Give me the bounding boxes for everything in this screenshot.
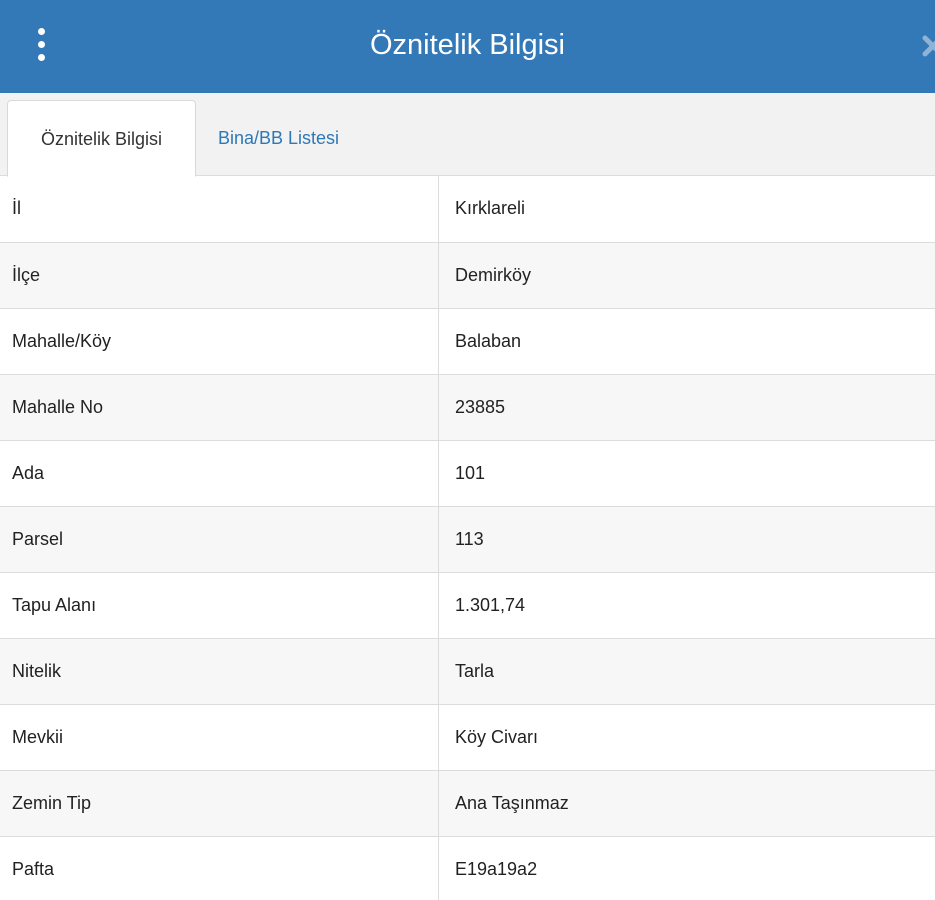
row-label-mahalle-koy: Mahalle/Köy: [0, 308, 439, 374]
row-value-pafta: E19a19a2: [455, 858, 538, 879]
attribute-info-panel: Öznitelik Bilgisi Öznitelik Bilgisi Bina…: [0, 0, 935, 900]
table-row: Zemin Tip Ana Taşınmaz: [0, 770, 935, 836]
row-value-zemin-tip: Ana Taşınmaz: [455, 792, 569, 813]
table-row: Nitelik Tarla: [0, 638, 935, 704]
row-value-nitelik: Tarla: [455, 660, 495, 681]
row-value-ada: 101: [455, 462, 486, 483]
row-label-zemin-tip: Zemin Tip: [0, 770, 439, 836]
table-row: Pafta E19a19a2: [0, 836, 935, 900]
tab-building-list[interactable]: Bina/BB Listesi: [206, 100, 351, 176]
row-label-il: İl: [0, 176, 439, 242]
table-row: Mahalle No 23885: [0, 374, 935, 440]
attribute-table: İl Kırklareli İlçe Demirköy Mahalle/Köy …: [0, 176, 935, 900]
row-label-nitelik: Nitelik: [0, 638, 439, 704]
tab-attribute-info[interactable]: Öznitelik Bilgisi: [7, 100, 196, 177]
row-value-ilce: Demirköy: [455, 264, 532, 285]
row-label-parsel: Parsel: [0, 506, 439, 572]
row-label-pafta: Pafta: [0, 836, 439, 900]
table-row: Parsel 113: [0, 506, 935, 572]
table-row: Mahalle/Köy Balaban: [0, 308, 935, 374]
row-value-parsel: 113: [455, 528, 484, 549]
close-icon[interactable]: [921, 28, 935, 62]
row-value-mevkii: Köy Civarı: [455, 726, 539, 747]
row-value-il: Kırklareli: [455, 198, 526, 219]
row-label-ilce: İlçe: [0, 242, 439, 308]
table-row: İlçe Demirköy: [0, 242, 935, 308]
panel-header: Öznitelik Bilgisi: [0, 0, 935, 93]
table-row: Ada 101: [0, 440, 935, 506]
table-row: Mevkii Köy Civarı: [0, 704, 935, 770]
row-label-tapu-alani: Tapu Alanı: [0, 572, 439, 638]
panel-title: Öznitelik Bilgisi: [370, 29, 565, 61]
row-label-mahalle-no: Mahalle No: [0, 374, 439, 440]
row-value-tapu-alani: 1.301,74: [455, 594, 526, 615]
row-label-mevkii: Mevkii: [0, 704, 439, 770]
table-row: Tapu Alanı 1.301,74: [0, 572, 935, 638]
row-value-mahalle-no: 23885: [455, 396, 506, 417]
row-label-ada: Ada: [0, 440, 439, 506]
tab-bar: Öznitelik Bilgisi Bina/BB Listesi: [0, 93, 935, 177]
table-row: İl Kırklareli: [0, 176, 935, 242]
row-value-mahalle-koy: Balaban: [455, 330, 522, 351]
